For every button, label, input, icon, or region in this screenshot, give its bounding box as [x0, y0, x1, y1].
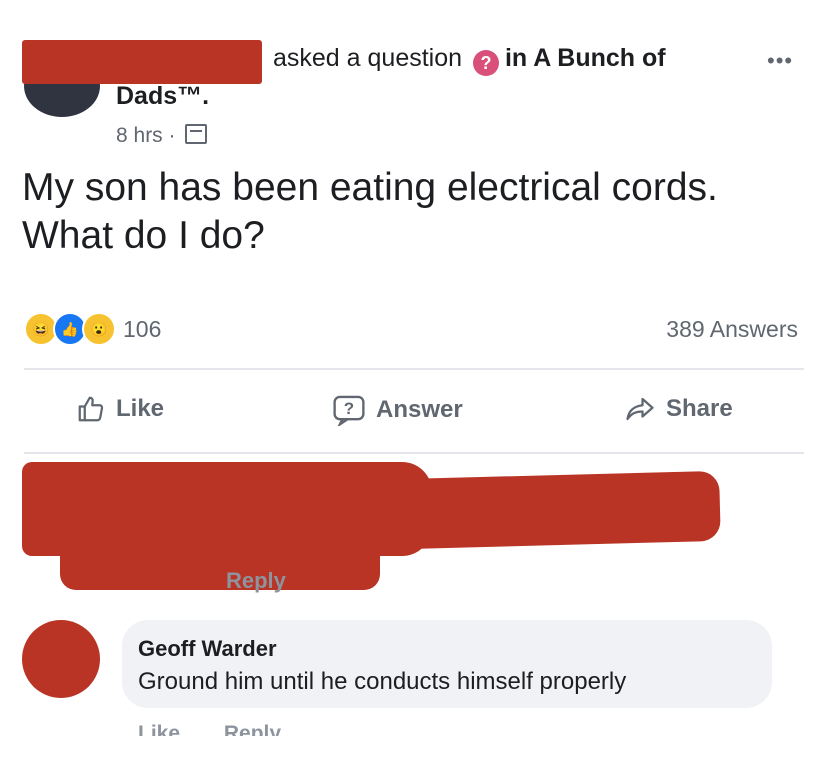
divider-bottom	[24, 452, 804, 454]
question-text: My son has been eating electrical cords.…	[22, 166, 718, 257]
answer-label: Answer	[376, 396, 463, 423]
like-label: Like	[116, 395, 165, 422]
asked-text: asked a question	[273, 44, 463, 72]
timestamp-text: 8 hrs ·	[116, 124, 176, 147]
more-options-icon[interactable]: •••	[767, 48, 793, 74]
question-badge-icon: ?	[472, 50, 499, 76]
redacted-author-name	[22, 40, 262, 84]
svg-text:?: ?	[344, 399, 354, 418]
thumbs-up-icon	[78, 396, 104, 422]
comment-actions: Like Reply	[138, 722, 281, 736]
wow-icon: 😮	[82, 312, 116, 346]
redacted-reply-link[interactable]: Reply	[226, 568, 286, 594]
comment-reply-link[interactable]: Reply	[224, 722, 281, 736]
comment-text: Ground him until he conducts himself pro…	[138, 668, 627, 695]
commenter-name[interactable]: Geoff Warder	[138, 636, 277, 662]
share-label: Share	[666, 395, 733, 422]
share-button[interactable]: Share	[624, 394, 733, 424]
group-link[interactable]: in A Bunch of	[505, 44, 666, 72]
redacted-comment-part	[60, 540, 380, 590]
share-arrow-icon	[626, 397, 654, 421]
commenter-avatar[interactable]	[22, 620, 100, 698]
group-audience-icon	[185, 124, 208, 144]
answers-count[interactable]: 389 Answers	[666, 316, 798, 343]
group-link-continued[interactable]: Dads™.	[116, 82, 209, 111]
comment-like-link[interactable]: Like	[138, 722, 180, 736]
answer-button[interactable]: ? Answer	[332, 394, 463, 426]
divider-top	[24, 368, 804, 370]
post-timestamp[interactable]: 8 hrs ·	[116, 124, 208, 148]
reaction-count: 106	[123, 315, 162, 342]
reactions-summary[interactable]: 😆 👍 😮 106	[24, 312, 161, 346]
like-button[interactable]: Like	[76, 394, 164, 424]
question-icon: ?	[333, 395, 365, 426]
post-header: asked a question ? in A Bunch of	[273, 44, 666, 76]
